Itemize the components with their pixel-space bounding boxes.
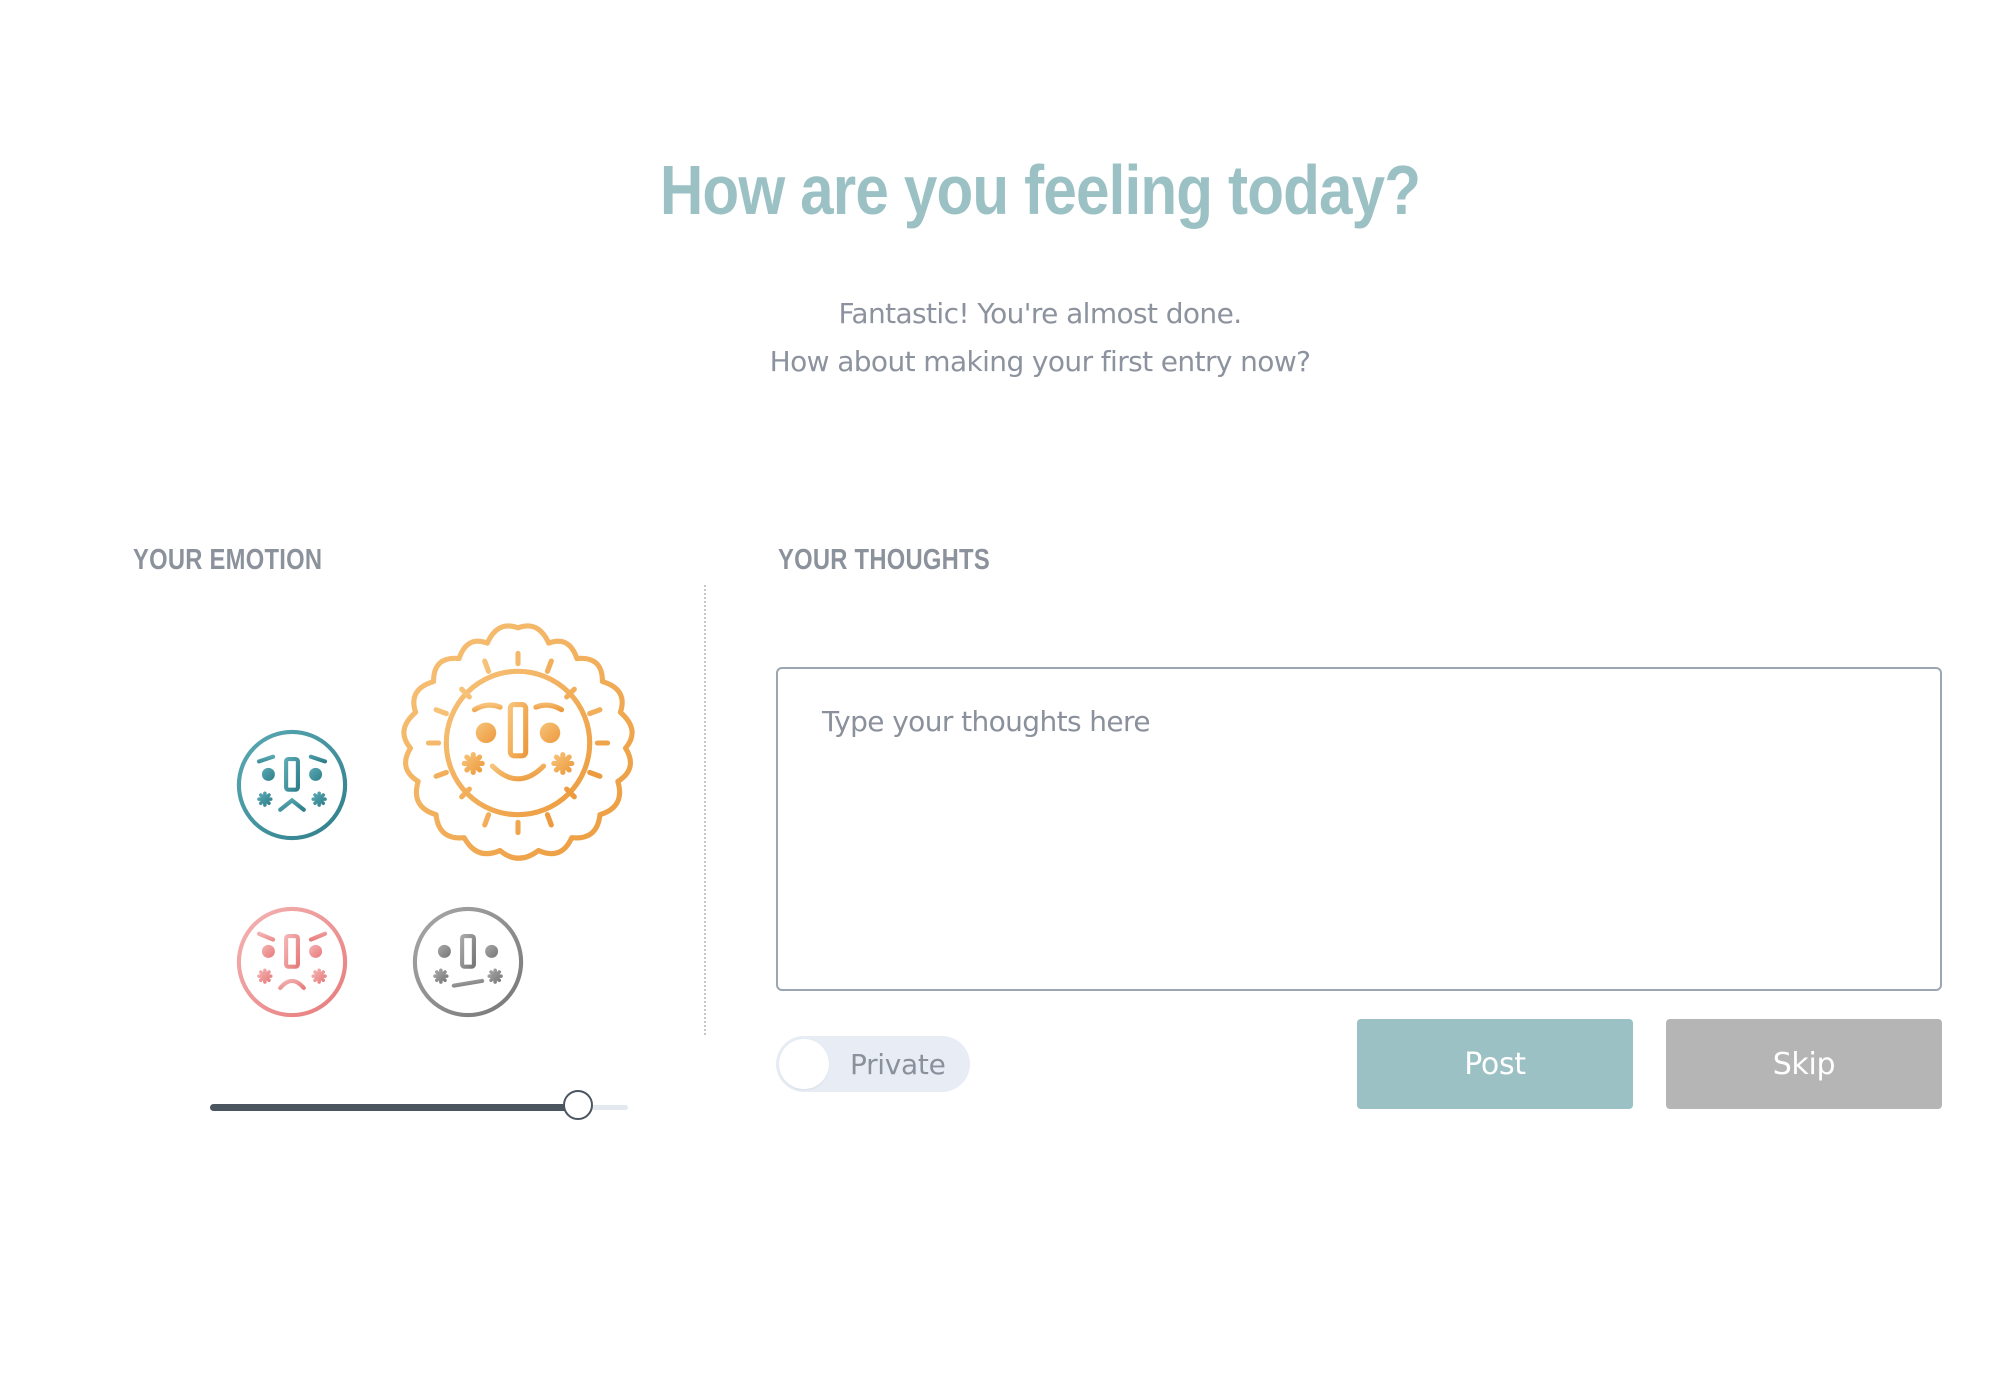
- sad-face-option[interactable]: [233, 726, 351, 844]
- section-divider: [704, 585, 706, 1035]
- private-toggle-label: Private: [850, 1048, 946, 1081]
- thoughts-input[interactable]: [776, 667, 1942, 991]
- subtitle-line-2: How about making your first entry now?: [769, 345, 1311, 378]
- toggle-knob: [779, 1039, 829, 1089]
- skip-button[interactable]: Skip: [1666, 1019, 1942, 1109]
- slider-thumb[interactable]: [563, 1090, 593, 1120]
- neutral-face-option[interactable]: [409, 903, 527, 1021]
- angry-face-icon: [236, 906, 348, 1018]
- happy-face-option[interactable]: [390, 615, 646, 871]
- subtitle-line-1: Fantastic! You're almost done.: [838, 297, 1242, 330]
- slider-fill: [210, 1104, 578, 1111]
- thoughts-section-label: YOUR THOUGHTS: [778, 544, 990, 576]
- sun-face-icon: [401, 623, 635, 861]
- neutral-face-icon: [412, 906, 524, 1018]
- sad-face-icon: [236, 729, 348, 841]
- private-toggle[interactable]: Private: [776, 1036, 970, 1092]
- post-button[interactable]: Post: [1357, 1019, 1633, 1109]
- page-title: How are you feeling today?: [659, 151, 1421, 229]
- angry-face-option[interactable]: [233, 903, 351, 1021]
- emotion-section-label: YOUR EMOTION: [133, 544, 323, 576]
- emotion-intensity-slider[interactable]: [210, 1090, 628, 1124]
